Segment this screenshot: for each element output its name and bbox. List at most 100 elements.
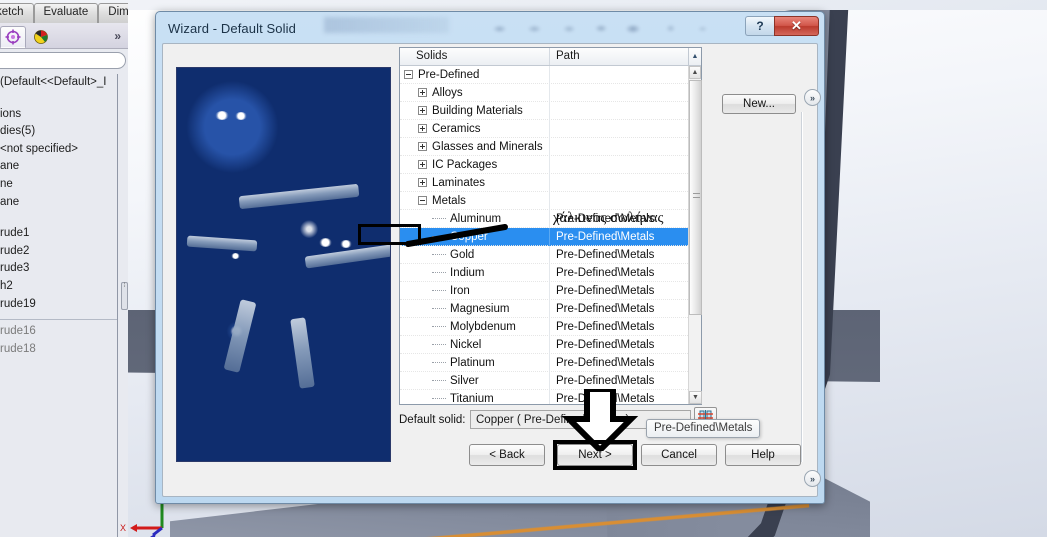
- dialog-help-icon[interactable]: ?: [745, 16, 774, 36]
- tree-connector-icon: [432, 380, 446, 381]
- tree-connector-icon: [432, 272, 446, 273]
- wizard-default-solid-dialog[interactable]: Wizard - Default Solid ? ✕ Solids Path ▲…: [155, 11, 825, 504]
- tree-feature-extrude2[interactable]: rude2: [0, 243, 117, 261]
- row-solid-name: Building Materials: [432, 104, 523, 117]
- tree-config-line: (Default<<Default>_I: [0, 76, 107, 88]
- expand-right-panel-chevron-icon-bottom[interactable]: »: [804, 470, 821, 487]
- tab-sketch[interactable]: ketch: [0, 3, 34, 23]
- table-row[interactable]: Pre-Defined: [400, 66, 688, 84]
- table-row[interactable]: Nickel Pre-Defined\Metals: [400, 335, 688, 354]
- tree-connector-icon: [432, 326, 446, 327]
- expand-node-icon[interactable]: [418, 142, 427, 151]
- table-row[interactable]: Laminates: [400, 173, 688, 192]
- tree-item-right-plane[interactable]: ane: [0, 194, 117, 212]
- feature-tree-filter-input[interactable]: [0, 52, 126, 69]
- background-toolbar-blur: [459, 19, 749, 37]
- expand-right-panel-chevron-icon-top[interactable]: »: [804, 89, 821, 106]
- row-solid-name: IC Packages: [432, 158, 498, 171]
- tree-connector-icon: [432, 290, 446, 291]
- expand-node-icon[interactable]: [418, 124, 427, 133]
- back-button[interactable]: < Back: [469, 444, 545, 466]
- expand-node-icon[interactable]: [418, 106, 427, 115]
- table-row[interactable]: Indium Pre-Defined\Metals: [400, 263, 688, 282]
- tree-feature-sketch2[interactable]: h2: [0, 278, 117, 296]
- row-path: Pre-Defined\Metals: [556, 230, 655, 243]
- dialog-title-bar[interactable]: Wizard - Default Solid ? ✕: [159, 15, 821, 41]
- collapse-node-icon[interactable]: [404, 70, 413, 79]
- table-row[interactable]: IC Packages: [400, 155, 688, 174]
- tree-feature-extrude3[interactable]: rude3: [0, 260, 117, 278]
- row-solid-name: Metals: [432, 194, 466, 207]
- tree-feature-extrude16[interactable]: rude16: [0, 323, 117, 341]
- expand-node-icon[interactable]: [418, 160, 427, 169]
- row-path: Pre-Defined\Metals: [556, 320, 655, 333]
- table-row[interactable]: Copper Pre-Defined\Metals: [400, 227, 688, 246]
- table-row[interactable]: Building Materials: [400, 101, 688, 120]
- tree-connector-icon: [432, 398, 446, 399]
- tree-feature-extrude19[interactable]: rude19: [0, 296, 117, 314]
- tab-evaluate[interactable]: Evaluate: [33, 3, 99, 23]
- tab-dimxpert[interactable]: DimXper: [98, 3, 128, 23]
- appearances-palette-icon[interactable]: [28, 26, 54, 48]
- table-row[interactable]: Iron Pre-Defined\Metals: [400, 281, 688, 300]
- tree-connector-icon: [432, 218, 446, 219]
- row-solid-name: Laminates: [432, 176, 486, 189]
- table-row[interactable]: Metals: [400, 191, 688, 210]
- column-header-path[interactable]: Path: [550, 48, 701, 65]
- table-row[interactable]: Gold Pre-Defined\Metals: [400, 245, 688, 264]
- tree-item-annotations[interactable]: ions: [0, 106, 117, 124]
- copper-row-highlight-box: [358, 224, 421, 245]
- toolbar-overflow-chevron-icon[interactable]: »: [114, 29, 121, 43]
- expand-node-icon[interactable]: [418, 178, 427, 187]
- tree-item-solid-bodies[interactable]: dies(5): [0, 123, 117, 141]
- row-solid-name: Iron: [450, 284, 470, 297]
- new-solid-button[interactable]: New...: [722, 94, 796, 114]
- table-row[interactable]: Glasses and Minerals: [400, 137, 688, 156]
- tree-item-material[interactable]: <not specified>: [0, 141, 117, 159]
- scrollbar-grip-icon: [693, 193, 700, 198]
- tree-item-top-plane[interactable]: ne: [0, 176, 117, 194]
- scroll-up-arrow-icon[interactable]: ▲: [689, 66, 701, 79]
- tree-item-front-plane[interactable]: ane: [0, 158, 117, 176]
- feature-tree[interactable]: (Default<<Default>_I ions dies(5) <not s…: [0, 74, 118, 537]
- tree-gap-1: [0, 92, 117, 106]
- tree-divider: [0, 319, 117, 321]
- row-path: Pre-Defined\Metals: [556, 266, 655, 279]
- molecule-illustration: [176, 67, 391, 462]
- table-row[interactable]: Molybdenum Pre-Defined\Metals: [400, 317, 688, 336]
- table-row[interactable]: Ceramics: [400, 119, 688, 138]
- next-button-highlight-box: [553, 440, 637, 470]
- table-row[interactable]: TitaniumPre-Defined\Metals: [400, 389, 688, 404]
- feature-manager-toolbar[interactable]: »: [0, 23, 128, 49]
- row-solid-name: Pre-Defined: [418, 68, 480, 81]
- list-row-container[interactable]: Pre-Defined Alloys Building Materials Ceram…: [400, 66, 688, 404]
- column-sort-indicator-icon[interactable]: ▲: [688, 48, 701, 66]
- command-manager-tabs[interactable]: ketch Evaluate DimXper: [0, 3, 128, 23]
- table-row[interactable]: Alloys: [400, 83, 688, 102]
- list-vertical-scrollbar[interactable]: ▲ ▼: [688, 66, 702, 404]
- table-row[interactable]: Silver Pre-Defined\Metals: [400, 371, 688, 390]
- tree-feature-extrude1[interactable]: rude1: [0, 225, 117, 243]
- row-path: Pre-Defined\Metals: [556, 302, 655, 315]
- dialog-close-icon[interactable]: ✕: [774, 16, 819, 36]
- column-header-solids[interactable]: Solids: [400, 48, 550, 65]
- row-path: Pre-Defined\Metals: [556, 284, 655, 297]
- list-column-headers[interactable]: Solids Path: [400, 48, 701, 66]
- expand-node-icon[interactable]: [418, 88, 427, 97]
- tree-feature-extrude18[interactable]: rude18: [0, 341, 117, 359]
- cancel-button[interactable]: Cancel: [641, 444, 717, 466]
- right-pane-divider: [801, 112, 803, 462]
- panel-resize-grip[interactable]: ⁞: [121, 282, 128, 310]
- dialog-window-buttons[interactable]: ? ✕: [745, 16, 819, 36]
- table-row[interactable]: Magnesium Pre-Defined\Metals: [400, 299, 688, 318]
- feature-manager-panel[interactable]: ketch Evaluate DimXper: [0, 0, 128, 537]
- scrollbar-thumb[interactable]: [689, 80, 702, 315]
- table-row[interactable]: Platinum Pre-Defined\Metals: [400, 353, 688, 372]
- row-solid-name: Indium: [450, 266, 485, 279]
- row-solid-name: Ceramics: [432, 122, 481, 135]
- row-solid-name: Molybdenum: [450, 320, 516, 333]
- help-button[interactable]: Help: [725, 444, 801, 466]
- feature-manager-tree-icon[interactable]: [0, 25, 26, 48]
- collapse-node-icon[interactable]: [418, 196, 427, 205]
- scroll-down-arrow-icon[interactable]: ▼: [689, 391, 702, 404]
